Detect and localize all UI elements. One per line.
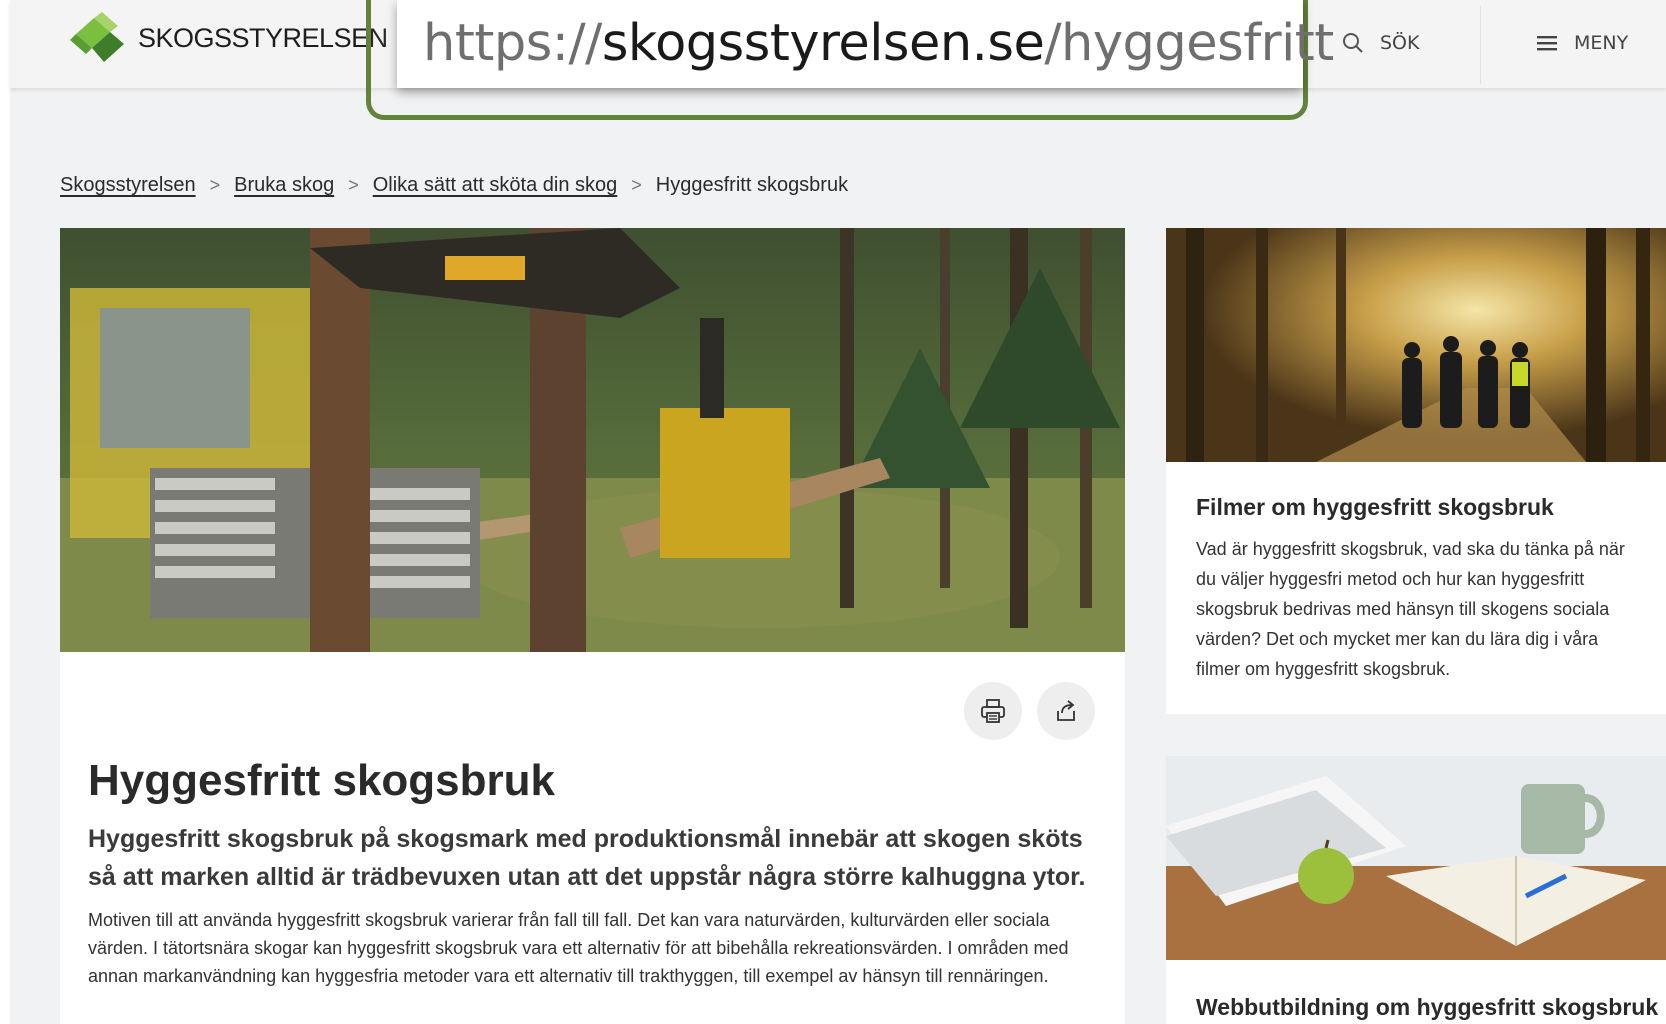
card-image-desk <box>1166 756 1666 960</box>
url-path: /hyggesfritt <box>1044 14 1334 73</box>
forest-harvester-image <box>60 228 1125 652</box>
hero-image <box>60 228 1125 652</box>
search-label: SÖK <box>1380 32 1420 54</box>
url-text: https://skogsstyrelsen.se/hyggesfritt <box>423 12 1334 76</box>
forest-walk-image <box>1166 228 1666 462</box>
header-divider <box>1480 6 1481 84</box>
breadcrumb-separator: > <box>631 175 642 195</box>
breadcrumb-link-olika-satt[interactable]: Olika sätt att sköta din skog <box>373 174 618 197</box>
print-button[interactable] <box>964 682 1022 740</box>
article-card: Hyggesfritt skogsbruk Hyggesfritt skogsb… <box>60 652 1125 1024</box>
breadcrumb-link-bruka-skog[interactable]: Bruka skog <box>234 174 334 197</box>
card-webbutbildning[interactable]: Webbutbildning om hyggesfritt skogsbruk <box>1166 756 1666 1024</box>
card-filmer[interactable]: Filmer om hyggesfritt skogsbruk Vad är h… <box>1166 228 1666 714</box>
article-body: Motiven till att använda hyggesfritt sko… <box>88 910 1069 986</box>
breadcrumb-separator: > <box>209 175 221 195</box>
card-text: Vad är hyggesfritt skogsbruk, vad ska du… <box>1196 539 1625 679</box>
search-icon <box>1343 33 1363 53</box>
hamburger-icon <box>1537 36 1557 51</box>
site-logo[interactable]: SKOGSSTYRELSEN <box>68 8 388 68</box>
share-icon <box>1057 700 1075 721</box>
card-title[interactable]: Filmer om hyggesfritt skogsbruk <box>1196 494 1554 521</box>
desk-notebook-image <box>1166 756 1666 960</box>
share-button[interactable] <box>1037 682 1095 740</box>
leaf-diamond-logo-icon <box>70 12 124 62</box>
breadcrumb: Skogsstyrelsen > Bruka skog > Olika sätt… <box>60 174 848 197</box>
breadcrumb-link-home[interactable]: Skogsstyrelsen <box>60 174 196 197</box>
menu-label: MENY <box>1574 32 1629 54</box>
breadcrumb-separator: > <box>348 175 359 195</box>
logo-text: SKOGSSTYRELSEN <box>138 22 388 53</box>
search-button[interactable]: SÖK <box>1342 26 1419 60</box>
url-host: skogsstyrelsen.se <box>601 14 1045 73</box>
breadcrumb-current: Hyggesfritt skogsbruk <box>655 174 849 196</box>
article-title: Hyggesfritt skogsbruk <box>88 756 555 805</box>
card-title[interactable]: Webbutbildning om hyggesfritt skogsbruk <box>1196 994 1658 1021</box>
article-lead: Hyggesfritt skogsbruk på skogsmark med p… <box>88 825 1086 891</box>
card-image-forest-walk <box>1166 228 1666 462</box>
url-protocol: https:// <box>423 14 602 73</box>
print-icon <box>981 699 1005 723</box>
menu-button[interactable]: MENY <box>1536 26 1628 60</box>
